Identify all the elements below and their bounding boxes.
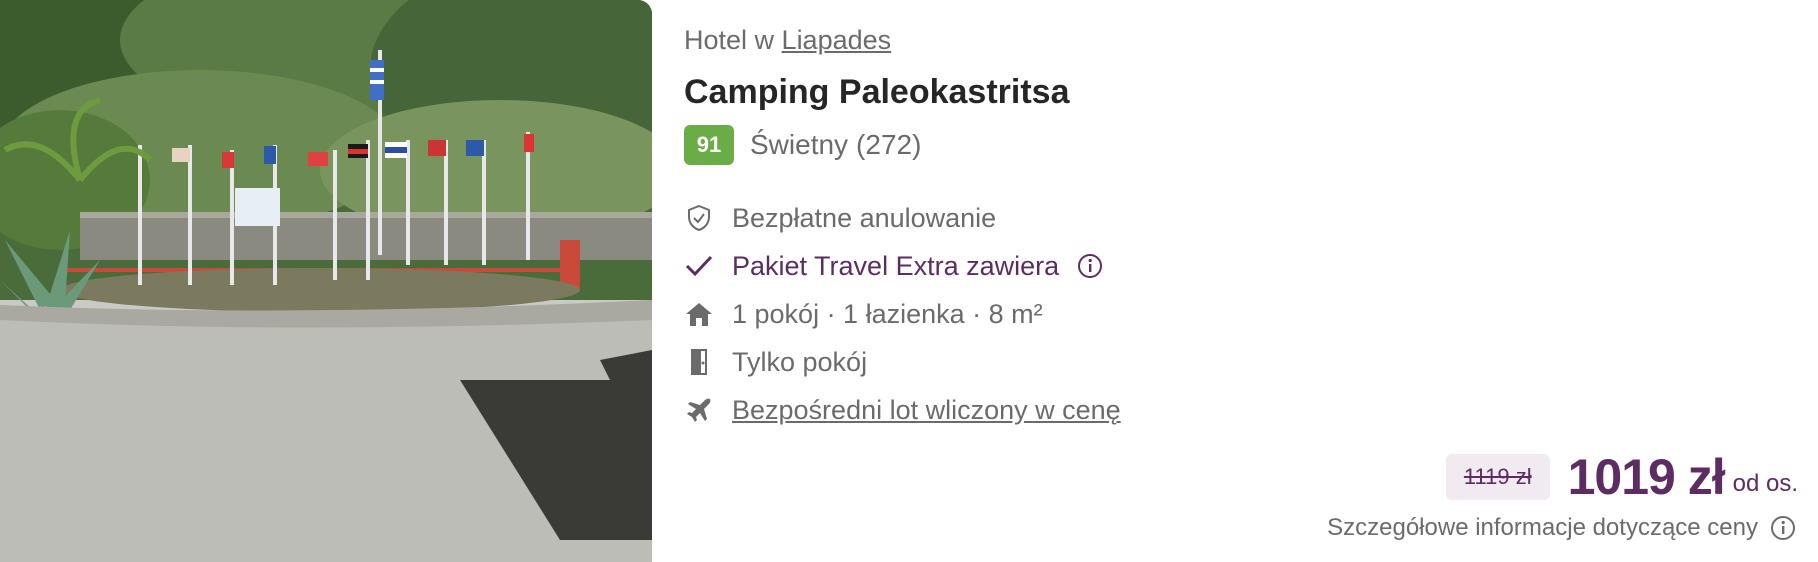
price-details-text: Szczegółowe informacje dotyczące ceny (1327, 514, 1758, 541)
hotel-photo[interactable] (0, 0, 652, 562)
old-price: 1119 zł (1445, 454, 1550, 500)
feature-list: Bezpłatne anulowanie Pakiet Travel Extra… (684, 194, 1794, 434)
rating-row: 91 Świetny (272) (684, 124, 1794, 166)
rating-label: Świetny (750, 129, 849, 160)
price-details-link[interactable]: Szczegółowe informacje dotyczące ceny (1327, 514, 1796, 542)
checkmark-icon (684, 251, 714, 281)
feature-direct-flight: Bezpośredni lot wliczony w cenę (684, 386, 1794, 434)
hotel-info: Hotel w Liapades Camping Paleokastritsa … (684, 20, 1794, 434)
door-icon (684, 347, 714, 377)
shield-check-icon (684, 203, 714, 233)
location-link[interactable]: Liapades (782, 25, 892, 55)
location-prefix: Hotel w (684, 25, 775, 55)
info-icon[interactable] (1770, 515, 1796, 541)
rating-count: (272) (856, 129, 922, 160)
current-price: 1019 zł (1567, 449, 1726, 505)
per-person-label: od os. (1732, 470, 1798, 497)
airplane-icon (684, 395, 714, 425)
direct-flight-link[interactable]: Bezpośredni lot wliczony w cenę (732, 395, 1121, 426)
feature-free-cancellation: Bezpłatne anulowanie (684, 194, 1794, 242)
price-block: 1119 zł 1019 zł od os. (1445, 448, 1798, 506)
info-icon[interactable] (1077, 253, 1103, 279)
hotel-location: Hotel w Liapades (684, 22, 1794, 58)
feature-text: 1 pokój · 1 łazienka · 8 m² (732, 298, 1043, 329)
feature-room-info: 1 pokój · 1 łazienka · 8 m² (684, 290, 1794, 338)
feature-text: Pakiet Travel Extra zawiera (732, 250, 1060, 281)
feature-text: Bezpłatne anulowanie (732, 202, 997, 233)
hotel-name[interactable]: Camping Paleokastritsa (684, 70, 1794, 114)
house-icon (684, 299, 714, 329)
hotel-card: Hotel w Liapades Camping Paleokastritsa … (0, 0, 1818, 562)
feature-text: Tylko pokój (732, 346, 868, 377)
feature-travel-extra: Pakiet Travel Extra zawiera (684, 242, 1794, 290)
feature-room-only: Tylko pokój (684, 338, 1794, 386)
score-badge: 91 (684, 125, 734, 165)
